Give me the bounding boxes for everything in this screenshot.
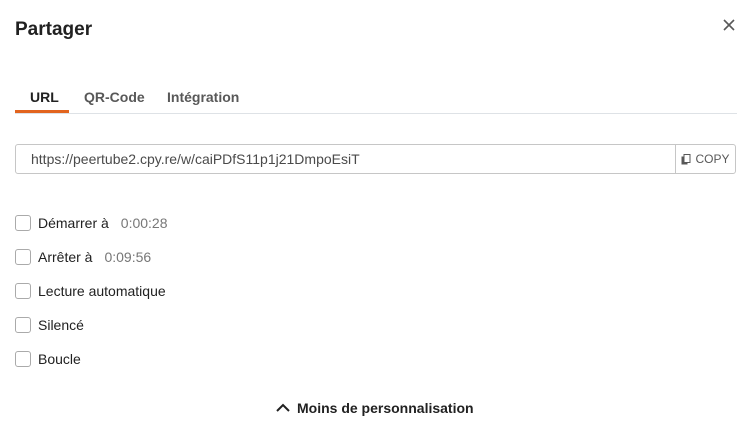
option-muted: Silencé — [15, 315, 84, 335]
option-start-at: Démarrer à 0:00:28 — [15, 213, 168, 233]
share-tabs: URL QR-Code Intégration — [15, 80, 737, 114]
muted-checkbox[interactable] — [15, 317, 31, 333]
close-button[interactable] — [720, 16, 738, 34]
less-customization-button[interactable]: Moins de personnalisation — [275, 398, 474, 418]
loop-checkbox[interactable] — [15, 351, 31, 367]
tab-url[interactable]: URL — [30, 89, 59, 105]
active-tab-indicator — [15, 110, 69, 113]
loop-label: Boucle — [38, 351, 81, 367]
start-at-checkbox[interactable] — [15, 215, 31, 231]
share-url-group: COPY — [15, 144, 736, 174]
stop-at-checkbox[interactable] — [15, 249, 31, 265]
stop-at-label: Arrêter à — [38, 249, 93, 265]
start-at-time: 0:00:28 — [120, 215, 168, 231]
tab-integration[interactable]: Intégration — [167, 89, 239, 105]
copy-icon — [681, 153, 691, 164]
share-url-input[interactable] — [16, 145, 676, 173]
copy-button[interactable]: COPY — [675, 145, 735, 173]
option-autoplay: Lecture automatique — [15, 281, 166, 301]
autoplay-checkbox[interactable] — [15, 283, 31, 299]
modal-title: Partager — [15, 19, 93, 40]
stop-at-time: 0:09:56 — [104, 249, 152, 265]
option-stop-at: Arrêter à 0:09:56 — [15, 247, 151, 267]
copy-button-label: COPY — [695, 152, 730, 166]
close-icon — [723, 19, 735, 31]
tab-qr-code[interactable]: QR-Code — [84, 89, 145, 105]
chevron-up-icon — [276, 403, 290, 412]
autoplay-label: Lecture automatique — [38, 283, 166, 299]
option-loop: Boucle — [15, 349, 81, 369]
muted-label: Silencé — [38, 317, 84, 333]
less-customization-label: Moins de personnalisation — [297, 400, 474, 416]
start-at-label: Démarrer à — [38, 215, 109, 231]
